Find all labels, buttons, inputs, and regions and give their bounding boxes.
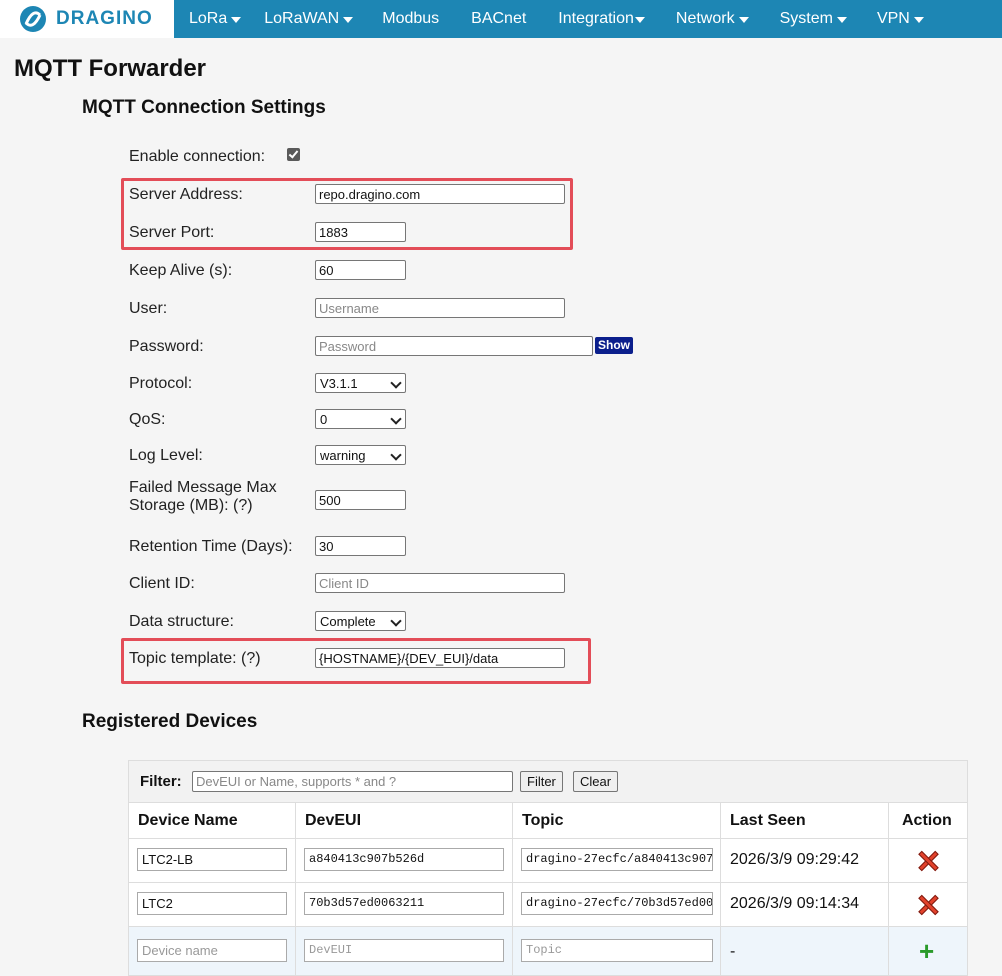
failed-storage-input[interactable] [315,490,406,510]
filter-button[interactable]: Filter [520,771,563,792]
chevron-down-icon [390,413,402,425]
retention-row: Retention Time (Days): [129,535,829,559]
qos-row: QoS: 0 [129,408,829,432]
server-port-label: Server Port: [129,224,215,241]
header-deveui: DevEUI [296,803,513,838]
topic-field[interactable]: dragino-27ecfc/a840413c907b526d [521,848,713,871]
header-topic: Topic [513,803,721,838]
nav-bacnet[interactable]: BACnet [471,0,526,38]
protocol-select[interactable]: V3.1.1 [315,373,406,393]
topic-template-input[interactable] [315,648,565,668]
user-row: User: [129,297,829,321]
topic-field[interactable]: dragino-27ecfc/70b3d57ed0063211 [521,892,713,915]
failed-storage-label: Failed Message Max Storage (MB): (?) [129,479,277,514]
protocol-label: Protocol: [129,375,193,392]
nav-lora[interactable]: LoRa [189,0,242,38]
nav-modbus[interactable]: Modbus [382,0,439,38]
table-row: LTC2 70b3d57ed0063211 dragino-27ecfc/70b… [129,883,967,927]
datastruct-row: Data structure: Complete [129,610,829,634]
failed-storage-row: Failed Message Max Storage (MB): (?) [129,479,829,514]
deveui-field[interactable]: a840413c907b526d [304,848,504,871]
enable-connection-row: Enable connection: [129,145,829,169]
loglevel-row: Log Level: warning [129,444,829,468]
chevron-down-icon [738,17,749,23]
server-address-input[interactable] [315,184,565,204]
new-last-seen: - [730,943,736,960]
logo-text: DRAGINO [56,8,153,29]
table-header-row: Device Name DevEUI Topic Last Seen Actio… [129,803,967,839]
header-device-name: Device Name [129,803,296,838]
user-label: User: [129,300,168,317]
password-row: Password: Show [129,335,829,359]
device-name-field[interactable]: LTC2-LB [137,848,287,871]
logo[interactable]: DRAGINO [0,0,174,38]
clear-button[interactable]: Clear [573,771,619,792]
dragino-logo-icon [20,6,46,32]
qos-select[interactable]: 0 [315,409,406,429]
qos-label: QoS: [129,411,166,428]
server-address-label: Server Address: [129,186,243,203]
server-address-row: Server Address: [129,183,829,207]
chevron-down-icon [390,377,402,389]
keepalive-row: Keep Alive (s): [129,259,829,283]
server-port-input[interactable] [315,222,406,242]
connection-settings-title: MQTT Connection Settings [82,97,326,118]
registered-devices-title: Registered Devices [82,711,258,732]
datastruct-label: Data structure: [129,613,234,630]
header-action: Action [902,812,952,829]
enable-connection-label: Enable connection: [129,148,266,165]
retention-input[interactable] [315,536,406,556]
loglevel-select[interactable]: warning [315,445,406,465]
filter-bar: Filter: Filter Clear [129,761,967,803]
topic-template-row: Topic template: (?) [129,647,829,671]
server-port-row: Server Port: [129,221,829,245]
new-device-row: Device name DevEUI Topic - + [129,927,967,975]
device-name-field[interactable]: LTC2 [137,892,287,915]
password-input[interactable] [315,336,593,356]
filter-label: Filter: [140,773,182,790]
nav-vpn[interactable]: VPN [877,0,924,38]
password-label: Password: [129,338,204,355]
datastruct-select[interactable]: Complete [315,611,406,631]
nav-lorawan[interactable]: LoRaWAN [264,0,354,38]
chevron-down-icon [343,17,354,23]
last-seen-value: 2026/3/9 09:14:34 [730,895,860,912]
chevron-down-icon [913,17,924,23]
page-title: MQTT Forwarder [14,55,207,82]
nav-system[interactable]: System [780,0,847,38]
retention-label: Retention Time (Days): [129,538,293,555]
nav-network[interactable]: Network [676,0,749,38]
show-password-button[interactable]: Show [595,337,633,354]
delete-icon[interactable] [918,851,938,871]
chevron-down-icon [836,17,847,23]
protocol-row: Protocol: V3.1.1 [129,372,829,396]
filter-input[interactable] [192,771,513,792]
keepalive-label: Keep Alive (s): [129,262,233,279]
last-seen-value: 2026/3/9 09:29:42 [730,851,860,868]
table-row: LTC2-LB a840413c907b526d dragino-27ecfc/… [129,839,967,883]
nav-integration[interactable]: Integration [558,0,645,38]
devices-table: Filter: Filter Clear Device Name DevEUI … [128,760,968,976]
chevron-down-icon [390,615,402,627]
clientid-row: Client ID: [129,572,829,596]
loglevel-label: Log Level: [129,447,203,464]
header-last-seen: Last Seen [721,803,889,838]
keepalive-input[interactable] [315,260,406,280]
clientid-input[interactable] [315,573,565,593]
chevron-down-icon [634,17,645,23]
clientid-label: Client ID: [129,575,195,592]
enable-connection-checkbox[interactable] [287,148,300,161]
user-input[interactable] [315,298,565,318]
delete-icon[interactable] [918,895,938,915]
deveui-field[interactable]: 70b3d57ed0063211 [304,892,504,915]
chevron-down-icon [390,449,402,461]
chevron-down-icon [231,17,242,23]
add-device-icon[interactable]: + [919,938,934,964]
topic-template-label: Topic template: (?) [129,650,261,667]
top-navbar: DRAGINO LoRa LoRaWAN Modbus BACnet Integ… [0,0,1002,38]
